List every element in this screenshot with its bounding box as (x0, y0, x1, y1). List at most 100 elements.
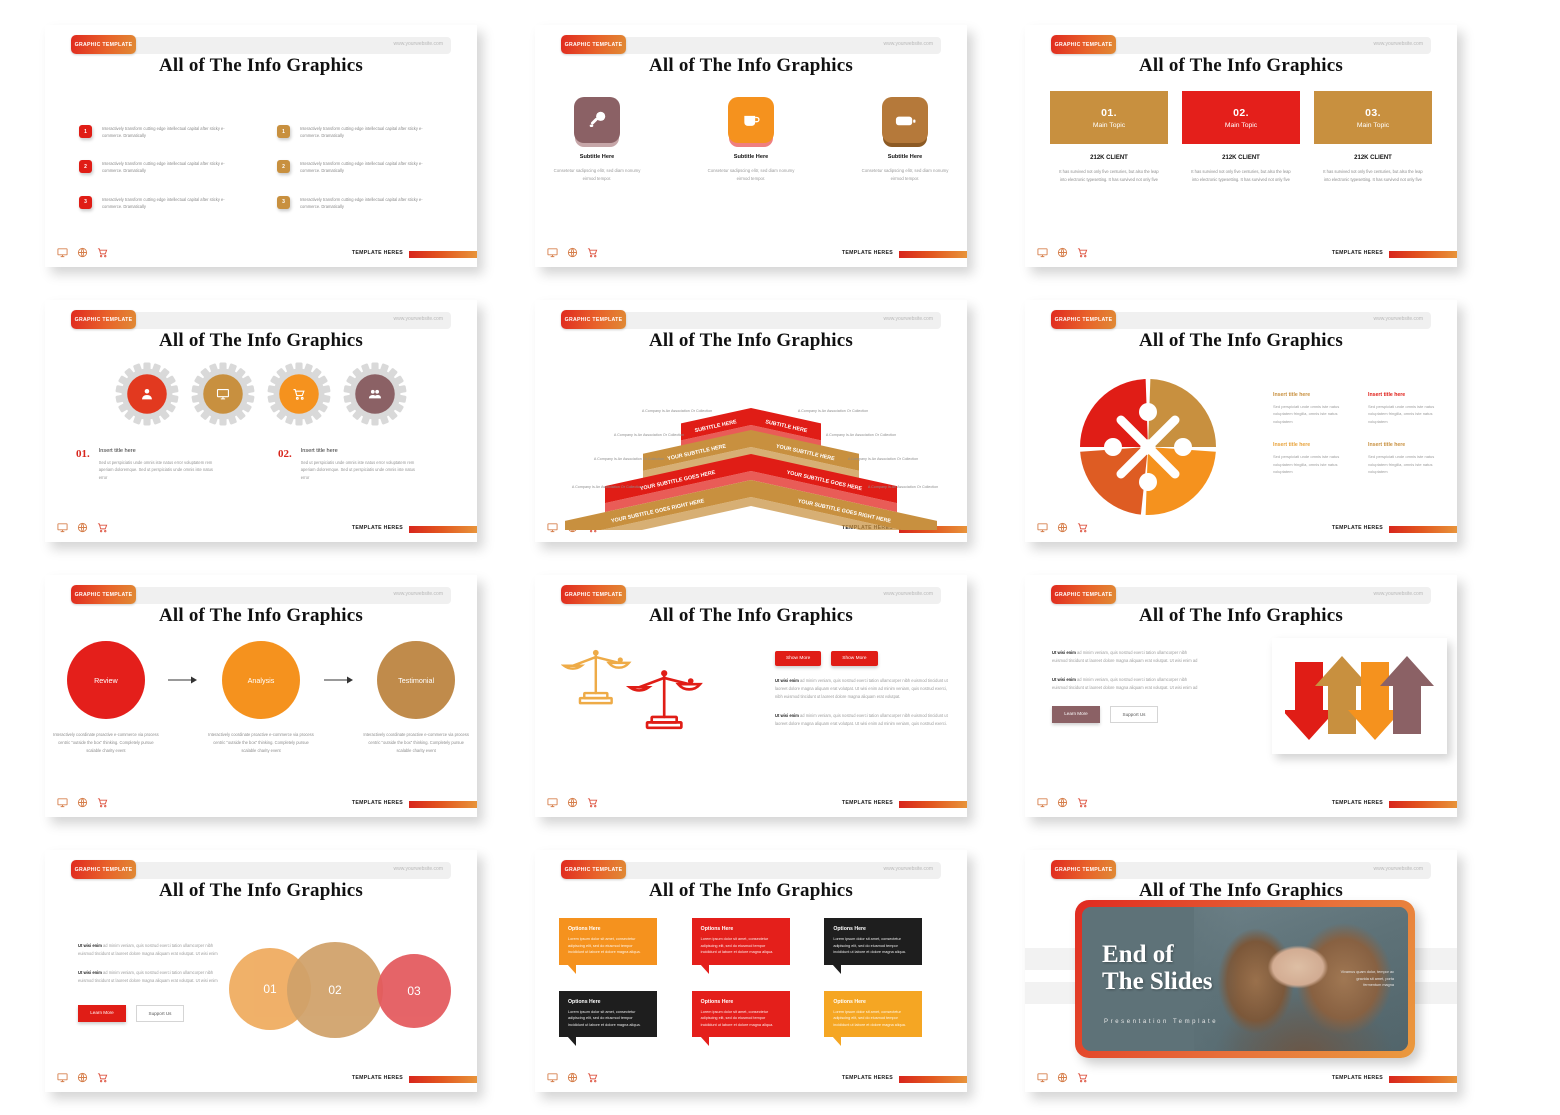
speech-bubble[interactable]: Options Here Lorem ipsum dolor sit amet,… (559, 918, 657, 974)
show-more-button[interactable]: Show More (775, 651, 822, 666)
support-us-button[interactable]: Support Us (1110, 705, 1158, 723)
list-item[interactable]: 2 Interactively transform cutting edge i… (79, 160, 230, 174)
icon-card[interactable]: Subtitle Here Consetetur sadipscing elit… (701, 97, 801, 183)
globe-icon[interactable] (77, 247, 88, 258)
cart-icon[interactable] (1077, 797, 1088, 808)
speech-bubble[interactable]: Options Here Lorem ipsum dolor sit amet,… (691, 990, 790, 1046)
monitor-icon[interactable] (1037, 247, 1048, 258)
overlap-circle[interactable]: 02 (287, 942, 383, 1038)
gear-monitor-icon[interactable] (191, 362, 255, 426)
monitor-icon[interactable] (547, 247, 558, 258)
process-step[interactable]: Testimonial Interactively coordinate pro… (355, 641, 477, 755)
process-step[interactable]: Analysis Interactively coordinate proact… (200, 641, 322, 755)
speech-bubble[interactable]: Options Here Lorem ipsum dolor sit amet,… (559, 990, 657, 1046)
graphic-template-badge[interactable]: GRAPHIC TEMPLATE (1051, 860, 1116, 879)
graphic-template-badge[interactable]: GRAPHIC TEMPLATE (71, 585, 136, 604)
cart-icon[interactable] (97, 1072, 108, 1083)
gear-user-icon[interactable] (115, 362, 179, 426)
globe-icon[interactable] (1057, 797, 1068, 808)
slide-card[interactable]: GRAPHIC TEMPLATE www.yourwebsite.com All… (1025, 25, 1465, 273)
slide-bubbles[interactable]: GRAPHIC TEMPLATE www.yourwebsite.com All… (535, 850, 967, 1092)
speech-bubble[interactable]: Options Here Lorem ipsum dolor sit amet,… (691, 918, 790, 974)
gear-group-icon[interactable] (343, 362, 407, 426)
cart-icon[interactable] (587, 247, 598, 258)
slide-card[interactable]: GRAPHIC TEMPLATE www.yourwebsite.com All… (1025, 575, 1465, 823)
list-item[interactable]: 3 Interactively transform cutting edge i… (277, 195, 428, 210)
slide-card[interactable]: GRAPHIC TEMPLATE www.yourwebsite.com All… (45, 25, 485, 273)
cart-icon[interactable] (587, 797, 598, 808)
speech-bubble[interactable]: Options Here Lorem ipsum dolor sit amet,… (824, 918, 923, 974)
topic-column[interactable]: 03. Main Topic 212K CLIENT It has surviv… (1314, 91, 1432, 184)
graphic-template-badge[interactable]: GRAPHIC TEMPLATE (561, 35, 626, 54)
cart-icon[interactable] (97, 247, 108, 258)
slide-arrows[interactable]: GRAPHIC TEMPLATE www.yourwebsite.com All… (1025, 575, 1457, 817)
monitor-icon[interactable] (57, 247, 68, 258)
learn-more-button[interactable]: Learn More (78, 1004, 126, 1022)
cart-icon[interactable] (97, 797, 108, 808)
slide-circles[interactable]: GRAPHIC TEMPLATE www.yourwebsite.com All… (45, 850, 477, 1092)
slide-card[interactable]: GRAPHIC TEMPLATE www.yourwebsite.com All… (45, 850, 485, 1098)
graphic-template-badge[interactable]: GRAPHIC TEMPLATE (1051, 35, 1116, 54)
show-more-button[interactable]: Show More (831, 651, 878, 666)
cart-icon[interactable] (1077, 1072, 1088, 1083)
globe-icon[interactable] (567, 247, 578, 258)
slide-card[interactable]: GRAPHIC TEMPLATE www.yourwebsite.com All… (45, 300, 485, 548)
globe-icon[interactable] (77, 522, 88, 533)
globe-icon[interactable] (1057, 522, 1068, 533)
monitor-icon[interactable] (1037, 1072, 1048, 1083)
monitor-icon[interactable] (57, 1072, 68, 1083)
graphic-template-badge[interactable]: GRAPHIC TEMPLATE (71, 310, 136, 329)
cart-icon[interactable] (97, 522, 108, 533)
icon-card[interactable]: Subtitle Here Consetetur sadipscing elit… (855, 97, 955, 183)
globe-icon[interactable] (567, 797, 578, 808)
monitor-icon[interactable] (1037, 797, 1048, 808)
graphic-template-badge[interactable]: GRAPHIC TEMPLATE (71, 860, 136, 879)
slide-pyramid[interactable]: GRAPHIC TEMPLATE www.yourwebsite.com All… (535, 300, 967, 542)
globe-icon[interactable] (1057, 247, 1068, 258)
slide-scales[interactable]: GRAPHIC TEMPLATE www.yourwebsite.com All… (535, 575, 967, 817)
slide-end[interactable]: GRAPHIC TEMPLATE www.yourwebsite.com All… (1025, 850, 1457, 1092)
globe-icon[interactable] (77, 797, 88, 808)
graphic-template-badge[interactable]: GRAPHIC TEMPLATE (561, 860, 626, 879)
cart-icon[interactable] (587, 1072, 598, 1083)
slide-card[interactable]: GRAPHIC TEMPLATE www.yourwebsite.com All… (535, 25, 975, 273)
graphic-template-badge[interactable]: GRAPHIC TEMPLATE (1051, 585, 1116, 604)
slide-card[interactable]: GRAPHIC TEMPLATE www.yourwebsite.com All… (1025, 300, 1465, 548)
slide-card[interactable]: GRAPHIC TEMPLATE www.yourwebsite.com All… (45, 575, 485, 823)
topic-column[interactable]: 01. Main Topic 212K CLIENT It has surviv… (1050, 91, 1168, 184)
monitor-icon[interactable] (57, 797, 68, 808)
slide-list[interactable]: GRAPHIC TEMPLATE www.yourwebsite.com All… (45, 25, 477, 267)
slide-icon-cards[interactable]: GRAPHIC TEMPLATE www.yourwebsite.com All… (535, 25, 967, 267)
slide-main-topics[interactable]: GRAPHIC TEMPLATE www.yourwebsite.com All… (1025, 25, 1457, 267)
slide-card[interactable]: GRAPHIC TEMPLATE www.yourwebsite.com All… (535, 300, 975, 548)
slide-card[interactable]: GRAPHIC TEMPLATE www.yourwebsite.com All… (1025, 850, 1465, 1098)
icon-card[interactable]: Subtitle Here Consetetur sadipscing elit… (547, 97, 647, 183)
gear-cart-icon[interactable] (267, 362, 331, 426)
overlap-circle[interactable]: 03 (377, 954, 451, 1028)
cart-icon[interactable] (1077, 247, 1088, 258)
monitor-icon[interactable] (547, 1072, 558, 1083)
globe-icon[interactable] (1057, 1072, 1068, 1083)
graphic-template-badge[interactable]: GRAPHIC TEMPLATE (71, 35, 136, 54)
monitor-icon[interactable] (1037, 522, 1048, 533)
graphic-template-badge[interactable]: GRAPHIC TEMPLATE (561, 585, 626, 604)
monitor-icon[interactable] (547, 797, 558, 808)
slide-card[interactable]: GRAPHIC TEMPLATE www.yourwebsite.com All… (535, 850, 975, 1098)
process-step[interactable]: Review Interactively coordinate proactiv… (45, 641, 167, 755)
slide-process[interactable]: GRAPHIC TEMPLATE www.yourwebsite.com All… (45, 575, 477, 817)
slide-card[interactable]: GRAPHIC TEMPLATE www.yourwebsite.com All… (535, 575, 975, 823)
slide-gears[interactable]: GRAPHIC TEMPLATE www.yourwebsite.com All… (45, 300, 477, 542)
topic-column[interactable]: 02. Main Topic 212K CLIENT It has surviv… (1182, 91, 1300, 184)
learn-more-button[interactable]: Learn More (1052, 705, 1100, 723)
slide-puzzle[interactable]: GRAPHIC TEMPLATE www.yourwebsite.com All… (1025, 300, 1457, 542)
graphic-template-badge[interactable]: GRAPHIC TEMPLATE (1051, 310, 1116, 329)
graphic-template-badge[interactable]: GRAPHIC TEMPLATE (561, 310, 626, 329)
globe-icon[interactable] (77, 1072, 88, 1083)
list-item[interactable]: 1 Interactively transform cutting edge i… (79, 125, 230, 139)
support-us-button[interactable]: Support Us (136, 1004, 184, 1022)
list-item[interactable]: 1 Interactively transform cutting edge i… (277, 125, 428, 139)
globe-icon[interactable] (567, 1072, 578, 1083)
monitor-icon[interactable] (57, 522, 68, 533)
list-item[interactable]: 3 Interactively transform cutting edge i… (79, 195, 230, 210)
speech-bubble[interactable]: Options Here Lorem ipsum dolor sit amet,… (824, 990, 923, 1046)
